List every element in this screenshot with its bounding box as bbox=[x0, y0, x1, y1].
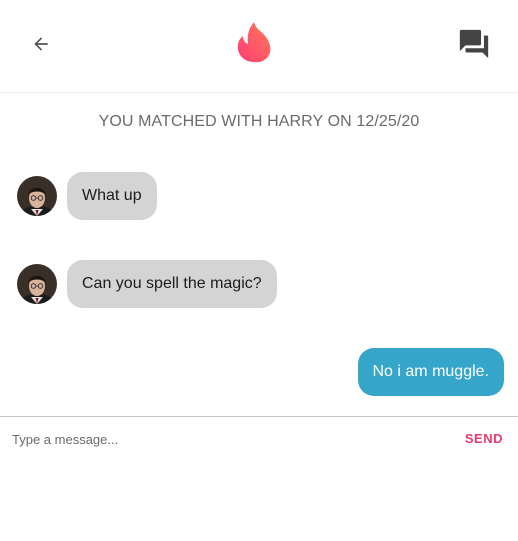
message-composer: SEND bbox=[0, 416, 518, 462]
message-input[interactable] bbox=[0, 417, 440, 461]
message-row: Can you spell the magic? bbox=[17, 260, 277, 308]
avatar-image bbox=[17, 264, 57, 304]
match-banner: YOU MATCHED WITH HARRY ON 12/25/20 bbox=[98, 113, 420, 130]
message-row: What up bbox=[17, 172, 157, 220]
message-bubble-outgoing: No i am muggle. bbox=[357, 348, 504, 396]
arrow-left-icon bbox=[34, 37, 48, 51]
flame-logo-icon bbox=[237, 22, 271, 63]
send-button[interactable]: SEND bbox=[465, 417, 503, 461]
message-bubble-incoming: What up bbox=[67, 172, 157, 220]
avatar[interactable] bbox=[17, 176, 57, 216]
forum-icon[interactable] bbox=[456, 27, 492, 61]
avatar[interactable] bbox=[17, 264, 57, 304]
message-bubble-incoming: Can you spell the magic? bbox=[67, 260, 277, 308]
chat-header bbox=[0, 0, 518, 93]
avatar-image bbox=[17, 176, 57, 216]
back-button[interactable] bbox=[26, 29, 56, 59]
